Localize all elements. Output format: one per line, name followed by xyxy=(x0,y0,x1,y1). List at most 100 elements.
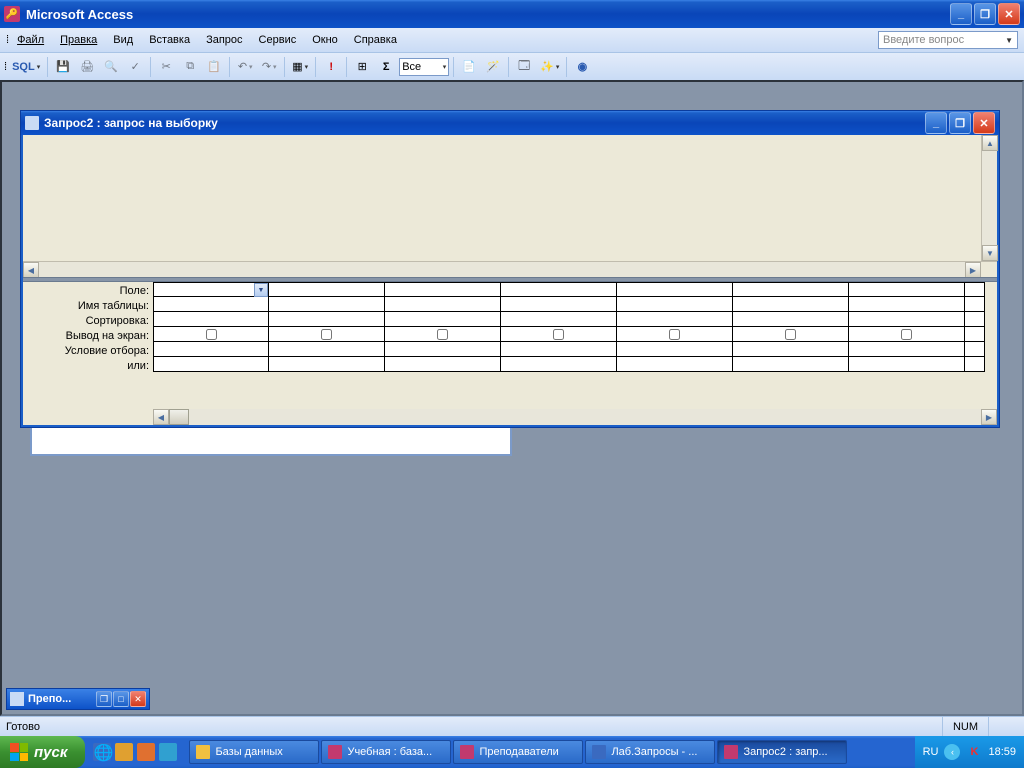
clock[interactable]: 18:59 xyxy=(988,746,1016,758)
sort-cell[interactable] xyxy=(153,312,269,326)
show-cell[interactable] xyxy=(849,327,965,341)
child-close-button[interactable]: ✕ xyxy=(973,112,995,134)
criteria-cell[interactable] xyxy=(501,342,617,356)
child-minimize-button[interactable]: _ xyxy=(925,112,947,134)
field-cell[interactable] xyxy=(385,283,501,296)
top-values-combo[interactable]: Все▾ xyxy=(399,58,449,76)
save-icon[interactable]: 💾 xyxy=(52,56,74,78)
or-cell[interactable] xyxy=(385,357,501,371)
menu-window[interactable]: Окно xyxy=(304,31,346,49)
sort-cell[interactable] xyxy=(733,312,849,326)
or-cell[interactable] xyxy=(965,357,985,371)
criteria-cell[interactable] xyxy=(733,342,849,356)
child-titlebar[interactable]: Запрос2 : запрос на выборку _ ❐ ✕ xyxy=(21,111,999,135)
ql-media-icon[interactable] xyxy=(159,743,177,761)
help-question-input[interactable]: Введите вопрос ▼ xyxy=(878,31,1018,49)
menu-edit[interactable]: Правка xyxy=(52,31,105,49)
scroll-right-icon[interactable]: ▶ xyxy=(965,262,981,278)
help-icon[interactable]: ◉ xyxy=(571,56,593,78)
show-cell[interactable] xyxy=(269,327,385,341)
scroll-right-icon[interactable]: ▶ xyxy=(981,409,997,425)
copy-icon[interactable]: ⧉ xyxy=(179,56,201,78)
scroll-thumb[interactable] xyxy=(169,409,189,425)
show-checkbox[interactable] xyxy=(669,329,680,340)
table-cell[interactable] xyxy=(153,297,269,311)
minimized-child-window[interactable]: Препо... ❐ □ ✕ xyxy=(6,688,150,710)
sql-view-button[interactable]: SQL▾ xyxy=(9,56,43,78)
sort-cell[interactable] xyxy=(849,312,965,326)
show-checkbox[interactable] xyxy=(553,329,564,340)
show-checkbox[interactable] xyxy=(321,329,332,340)
field-cell[interactable] xyxy=(501,283,617,296)
build-icon[interactable]: 🪄 xyxy=(482,56,504,78)
criteria-cell[interactable] xyxy=(153,342,269,356)
or-cell[interactable] xyxy=(617,357,733,371)
ql-desktop-icon[interactable] xyxy=(115,743,133,761)
criteria-cell[interactable] xyxy=(617,342,733,356)
taskbar-item[interactable]: Преподаватели xyxy=(453,740,583,764)
lang-indicator[interactable]: RU xyxy=(923,746,939,758)
taskbar-item[interactable]: Базы данных xyxy=(189,740,319,764)
maximize-button[interactable]: □ xyxy=(113,691,129,707)
or-cell[interactable] xyxy=(849,357,965,371)
tables-hscrollbar[interactable]: ◀ ▶ xyxy=(23,261,997,277)
show-checkbox[interactable] xyxy=(437,329,448,340)
show-cell[interactable] xyxy=(153,327,269,341)
show-checkbox[interactable] xyxy=(785,329,796,340)
close-button[interactable]: ✕ xyxy=(130,691,146,707)
menu-help[interactable]: Справка xyxy=(346,31,405,49)
show-cell[interactable] xyxy=(385,327,501,341)
taskbar-item[interactable]: Запрос2 : запр... xyxy=(717,740,847,764)
table-cell[interactable] xyxy=(385,297,501,311)
new-object-icon[interactable]: ✨▾ xyxy=(537,56,562,78)
menu-insert[interactable]: Вставка xyxy=(141,31,198,49)
redo-icon[interactable]: ↷▾ xyxy=(258,56,280,78)
scroll-left-icon[interactable]: ◀ xyxy=(153,409,169,425)
table-cell[interactable] xyxy=(733,297,849,311)
grid-hscrollbar[interactable]: ◀ ▶ xyxy=(153,409,997,425)
menu-query[interactable]: Запрос xyxy=(198,31,250,49)
table-cell[interactable] xyxy=(965,297,985,311)
criteria-cell[interactable] xyxy=(385,342,501,356)
taskbar-item[interactable]: Лаб.Запросы - ... xyxy=(585,740,715,764)
query-type-icon[interactable]: ▦▾ xyxy=(289,56,311,78)
tray-kaspersky-icon[interactable]: K xyxy=(966,744,982,760)
sort-cell[interactable] xyxy=(269,312,385,326)
show-cell[interactable] xyxy=(965,327,985,341)
scroll-down-icon[interactable]: ▼ xyxy=(982,245,998,261)
sort-cell[interactable] xyxy=(965,312,985,326)
field-cell[interactable] xyxy=(733,283,849,296)
print-icon[interactable]: 🖨 xyxy=(76,56,98,78)
table-cell[interactable] xyxy=(269,297,385,311)
show-checkbox[interactable] xyxy=(901,329,912,340)
field-cell[interactable] xyxy=(617,283,733,296)
table-cell[interactable] xyxy=(849,297,965,311)
scroll-up-icon[interactable]: ▲ xyxy=(982,135,998,151)
maximize-button[interactable]: ❐ xyxy=(974,3,996,25)
ql-ie-icon[interactable]: 🌐 xyxy=(93,743,111,761)
spell-check-icon[interactable]: ✓ xyxy=(124,56,146,78)
field-cell[interactable]: ▼ xyxy=(153,283,269,296)
or-cell[interactable] xyxy=(269,357,385,371)
criteria-cell[interactable] xyxy=(269,342,385,356)
design-grid[interactable]: ▼ xyxy=(153,282,985,409)
run-icon[interactable]: ! xyxy=(320,56,342,78)
show-checkbox[interactable] xyxy=(206,329,217,340)
criteria-cell[interactable] xyxy=(965,342,985,356)
minimize-button[interactable]: _ xyxy=(950,3,972,25)
totals-icon[interactable]: Σ xyxy=(375,56,397,78)
scroll-left-icon[interactable]: ◀ xyxy=(23,262,39,278)
print-preview-icon[interactable]: 🔍 xyxy=(100,56,122,78)
restore-button[interactable]: ❐ xyxy=(96,691,112,707)
or-cell[interactable] xyxy=(501,357,617,371)
or-cell[interactable] xyxy=(153,357,269,371)
paste-icon[interactable]: 📋 xyxy=(203,56,225,78)
ql-firefox-icon[interactable] xyxy=(137,743,155,761)
dropdown-icon[interactable]: ▼ xyxy=(254,283,268,297)
show-cell[interactable] xyxy=(501,327,617,341)
sort-cell[interactable] xyxy=(617,312,733,326)
show-cell[interactable] xyxy=(733,327,849,341)
grid-vscrollbar[interactable] xyxy=(985,282,997,409)
taskbar-item[interactable]: Учебная : база... xyxy=(321,740,451,764)
menu-file[interactable]: Файл xyxy=(9,31,52,49)
